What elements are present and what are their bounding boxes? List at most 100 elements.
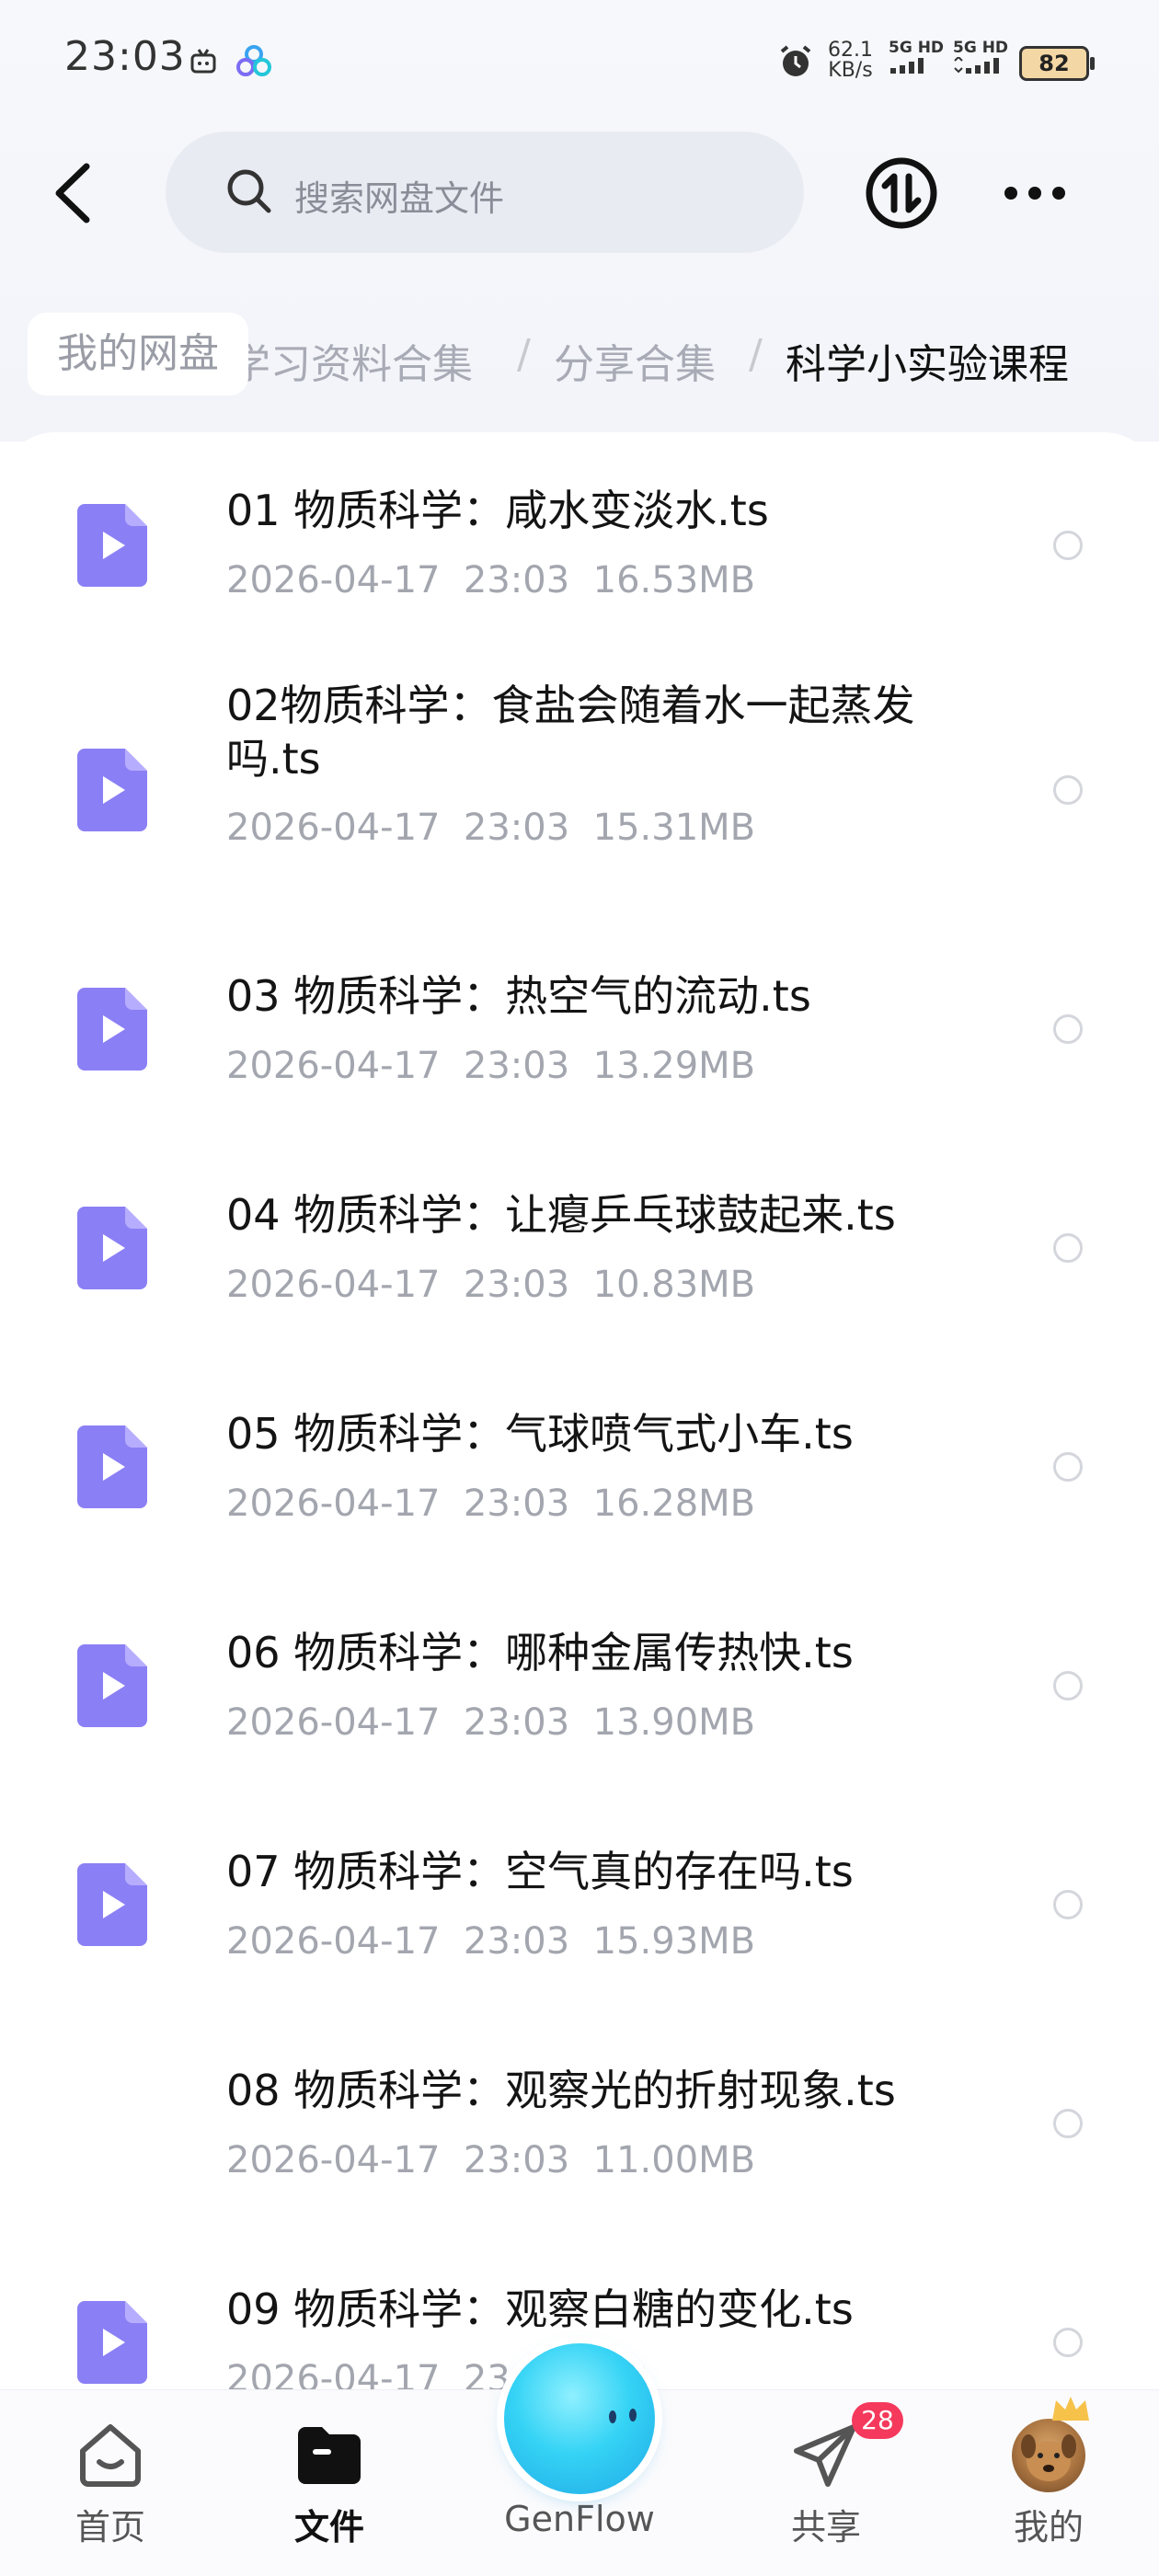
file-size: 16.53MB	[592, 559, 756, 601]
breadcrumb-item[interactable]: 分享合集	[554, 331, 716, 390]
file-size: 10.83MB	[592, 1264, 756, 1306]
nav-files[interactable]: 文件	[247, 2390, 412, 2576]
nav-home[interactable]: 首页	[28, 2390, 193, 2576]
file-time: 23:03	[463, 807, 570, 849]
radio-icon[interactable]	[1053, 1233, 1083, 1263]
file-time: 23:03	[463, 1920, 570, 1963]
net-speed-value: 62.1	[828, 39, 873, 62]
nav-genflow-label: GenFlow	[504, 2499, 655, 2539]
file-name: 06 物质科学：哪种金属传热快.ts	[226, 1628, 854, 1677]
signal-2-label: 5G HD	[953, 39, 1009, 57]
radio-icon[interactable]	[1053, 1890, 1083, 1919]
sort-transfer-icon[interactable]	[865, 156, 938, 230]
share-count-badge: 28	[852, 2402, 903, 2439]
list-item[interactable]: 02物质科学：食盐会随着水一起蒸发吗.ts 2026-04-17 23:03 1…	[0, 653, 1159, 929]
radio-icon[interactable]	[1053, 775, 1083, 805]
cloud-app-icon	[236, 45, 271, 76]
radio-icon[interactable]	[1053, 1014, 1083, 1044]
file-date: 2026-04-17	[226, 807, 441, 849]
file-size: 13.29MB	[592, 1045, 756, 1087]
file-size: 15.31MB	[592, 807, 756, 849]
nav-mine-label: 我的	[1013, 2507, 1084, 2547]
nav-share-label: 共享	[790, 2507, 861, 2547]
radio-icon[interactable]	[1053, 2109, 1083, 2138]
radio-icon[interactable]	[1053, 1452, 1083, 1482]
file-meta: 2026-04-17 23:03 16.53MB	[226, 559, 755, 601]
breadcrumb-item-current: 科学小实验课程	[786, 341, 1069, 388]
search-input[interactable]: 搜索网盘文件	[166, 132, 804, 253]
list-item[interactable]: 05 物质科学：气球喷气式小车.ts 2026-04-17 23:03 16.2…	[0, 1367, 1159, 1586]
list-item[interactable]: 01 物质科学：咸水变淡水.ts 2026-04-17 23:03 16.53M…	[0, 432, 1159, 653]
breadcrumb-separator: /	[749, 331, 763, 378]
list-item[interactable]: 06 物质科学：哪种金属传热快.ts 2026-04-17 23:03 13.9…	[0, 1586, 1159, 1804]
file-size: 15.93MB	[592, 1920, 756, 1963]
genflow-icon[interactable]	[504, 2343, 655, 2494]
video-file-icon	[77, 1207, 147, 1289]
file-date: 2026-04-17	[226, 1701, 441, 1744]
video-file-icon	[77, 1425, 147, 1508]
radio-icon[interactable]	[1053, 531, 1083, 560]
file-time: 23:03	[463, 1045, 570, 1087]
search-placeholder: 搜索网盘文件	[294, 178, 505, 219]
file-date: 2026-04-17	[226, 1483, 441, 1525]
video-file-icon	[77, 504, 147, 587]
file-date: 2026-04-17	[226, 1045, 441, 1087]
search-icon	[227, 169, 271, 213]
file-size: 16.28MB	[592, 1483, 756, 1525]
file-date: 2026-04-17	[226, 1920, 441, 1963]
file-name: 09 物质科学：观察白糖的变化.ts	[226, 2284, 854, 2334]
more-icon[interactable]	[1003, 182, 1067, 204]
breadcrumb-item[interactable]: 学习资料合集	[230, 331, 473, 390]
file-name: 05 物质科学：气球喷气式小车.ts	[226, 1409, 854, 1459]
signal-2: 5G HD	[953, 39, 1008, 78]
file-time: 23:03	[463, 1264, 570, 1306]
battery-icon: 82	[1019, 46, 1095, 81]
crown-icon	[1052, 2397, 1089, 2421]
signal-1-label: 5G HD	[889, 39, 945, 57]
video-file-icon	[77, 749, 147, 831]
send-icon	[794, 2424, 856, 2487]
breadcrumb-item-root[interactable]: 我的网盘	[28, 313, 248, 395]
list-item[interactable]: 03 物质科学：热空气的流动.ts 2026-04-17 23:03 13.29…	[0, 929, 1159, 1148]
nav-files-label: 文件	[293, 2507, 364, 2547]
file-name: 03 物质科学：热空气的流动.ts	[226, 971, 811, 1021]
breadcrumb: 我的网盘 学习资料合集 / 分享合集 / 科学小实验课程	[0, 313, 1159, 405]
file-date: 2026-04-17	[226, 559, 441, 601]
file-size: 13.90MB	[592, 1701, 756, 1744]
folder-icon	[298, 2427, 361, 2484]
file-date: 2026-04-17	[226, 2139, 441, 2181]
signal-bars-icon	[954, 55, 999, 74]
net-speed: 62.1 KB/s	[828, 40, 873, 81]
file-meta: 2026-04-17 23:03 10.83MB	[226, 1264, 755, 1306]
dog-avatar-icon	[1021, 2434, 1076, 2481]
signal-bars-icon	[890, 58, 924, 74]
signal-1: 5G HD	[889, 39, 944, 78]
avatar[interactable]	[1012, 2419, 1085, 2492]
file-meta: 2026-04-17 23:03 15.31MB	[226, 807, 755, 849]
back-arrow-icon[interactable]	[48, 161, 103, 225]
list-item[interactable]: 08 物质科学：观察光的折射现象.ts 2026-04-17 23:03 11.…	[0, 2023, 1159, 2242]
file-name: 02物质科学：食盐会随着水一起蒸发吗.ts	[226, 681, 915, 784]
file-meta: 2026-04-17 23:03 13.90MB	[226, 1701, 755, 1744]
alarm-icon	[780, 45, 811, 76]
file-meta: 2026-04-17 23:03 11.00MB	[226, 2139, 755, 2181]
file-name: 07 物质科学：空气真的存在吗.ts	[226, 1847, 854, 1896]
home-icon	[80, 2424, 141, 2487]
video-file-icon	[77, 1863, 147, 1946]
file-date: 2026-04-17	[226, 1264, 441, 1306]
list-item[interactable]: 07 物质科学：空气真的存在吗.ts 2026-04-17 23:03 15.9…	[0, 1804, 1159, 2023]
net-speed-unit: KB/s	[828, 59, 873, 82]
file-name: 04 物质科学：让瘪乒乓球鼓起来.ts	[226, 1190, 896, 1240]
file-size: 11.00MB	[592, 2139, 756, 2181]
file-meta: 2026-04-17 23:03 15.93MB	[226, 1920, 755, 1963]
file-time: 23:03	[463, 2139, 570, 2181]
video-file-icon	[77, 988, 147, 1070]
radio-icon[interactable]	[1053, 1671, 1083, 1700]
status-bar: 23:03 62.1 KB/s 5G HD 5G HD 82	[0, 0, 1159, 120]
video-file-icon	[77, 2301, 147, 2384]
radio-icon[interactable]	[1053, 2328, 1083, 2357]
status-time: 23:03	[64, 33, 186, 80]
list-item[interactable]: 04 物质科学：让瘪乒乓球鼓起来.ts 2026-04-17 23:03 10.…	[0, 1148, 1159, 1367]
file-time: 23:03	[463, 1701, 570, 1744]
file-list: 01 物质科学：咸水变淡水.ts 2026-04-17 23:03 16.53M…	[0, 432, 1159, 2456]
